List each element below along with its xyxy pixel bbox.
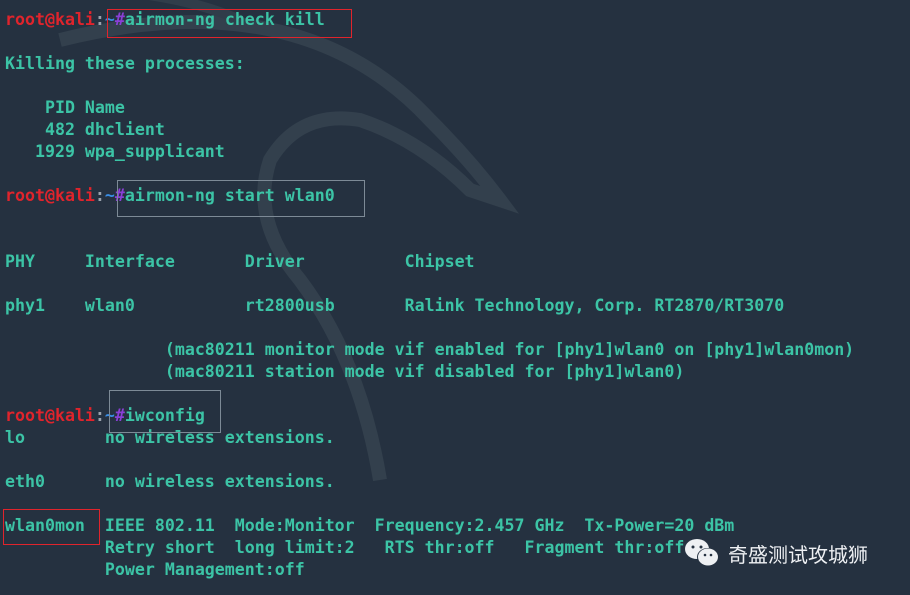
output-line: eth0 no wireless extensions. [5,471,335,493]
output-line: PID Name [5,97,125,119]
prompt-user: root@kali [5,10,95,29]
output-line: 482 dhclient [5,119,165,141]
wechat-icon [685,539,719,566]
focus-box-start-wlan0 [117,180,365,217]
output-line: 1929 wpa_supplicant [5,141,225,163]
prompt-separator: : [94,406,105,425]
output-line: Killing these processes: [5,53,245,75]
prompt-separator: : [94,10,105,29]
output-line: (mac80211 monitor mode vif enabled for [… [5,339,854,361]
prompt-user: root@kali [5,186,95,205]
output-text: PHY Interface Driver Chipset [5,252,475,271]
output-line: Retry short long limit:2 RTS thr:off Fra… [5,537,684,559]
output-text: phy1 wlan0 rt2800usb Ralink Technology, … [5,296,785,315]
prompt-user: root@kali [5,406,95,425]
focus-box-iwconfig [109,390,221,433]
output-line: Power Management:off [5,559,305,581]
highlight-box-check-kill [107,9,352,38]
highlight-box-wlan0mon [3,509,100,545]
watermark: 奇盛测试攻城狮 [684,538,868,568]
output-text: eth0 no wireless extensions. [5,472,335,491]
prompt-separator: : [94,186,105,205]
output-line: wlan0mon IEEE 802.11 Mode:Monitor Freque… [5,515,734,537]
output-text: Power Management:off [5,560,305,579]
output-line: PHY Interface Driver Chipset [5,251,475,273]
output-text: 1929 wpa_supplicant [5,142,225,161]
output-text: (mac80211 station mode vif disabled for … [5,362,685,381]
output-text: (mac80211 monitor mode vif enabled for [… [5,340,855,359]
watermark-text: 奇盛测试攻城狮 [728,542,868,567]
output-text: Killing these processes: [5,54,245,73]
output-text: 482 dhclient [5,120,165,139]
output-text: PID Name [5,98,125,117]
output-text: wlan0mon IEEE 802.11 Mode:Monitor Freque… [5,516,735,535]
prompt-path: ~ [104,186,115,205]
output-line: phy1 wlan0 rt2800usb Ralink Technology, … [5,295,784,317]
output-text: Retry short long limit:2 RTS thr:off Fra… [5,538,685,557]
output-line: (mac80211 station mode vif disabled for … [5,361,685,383]
